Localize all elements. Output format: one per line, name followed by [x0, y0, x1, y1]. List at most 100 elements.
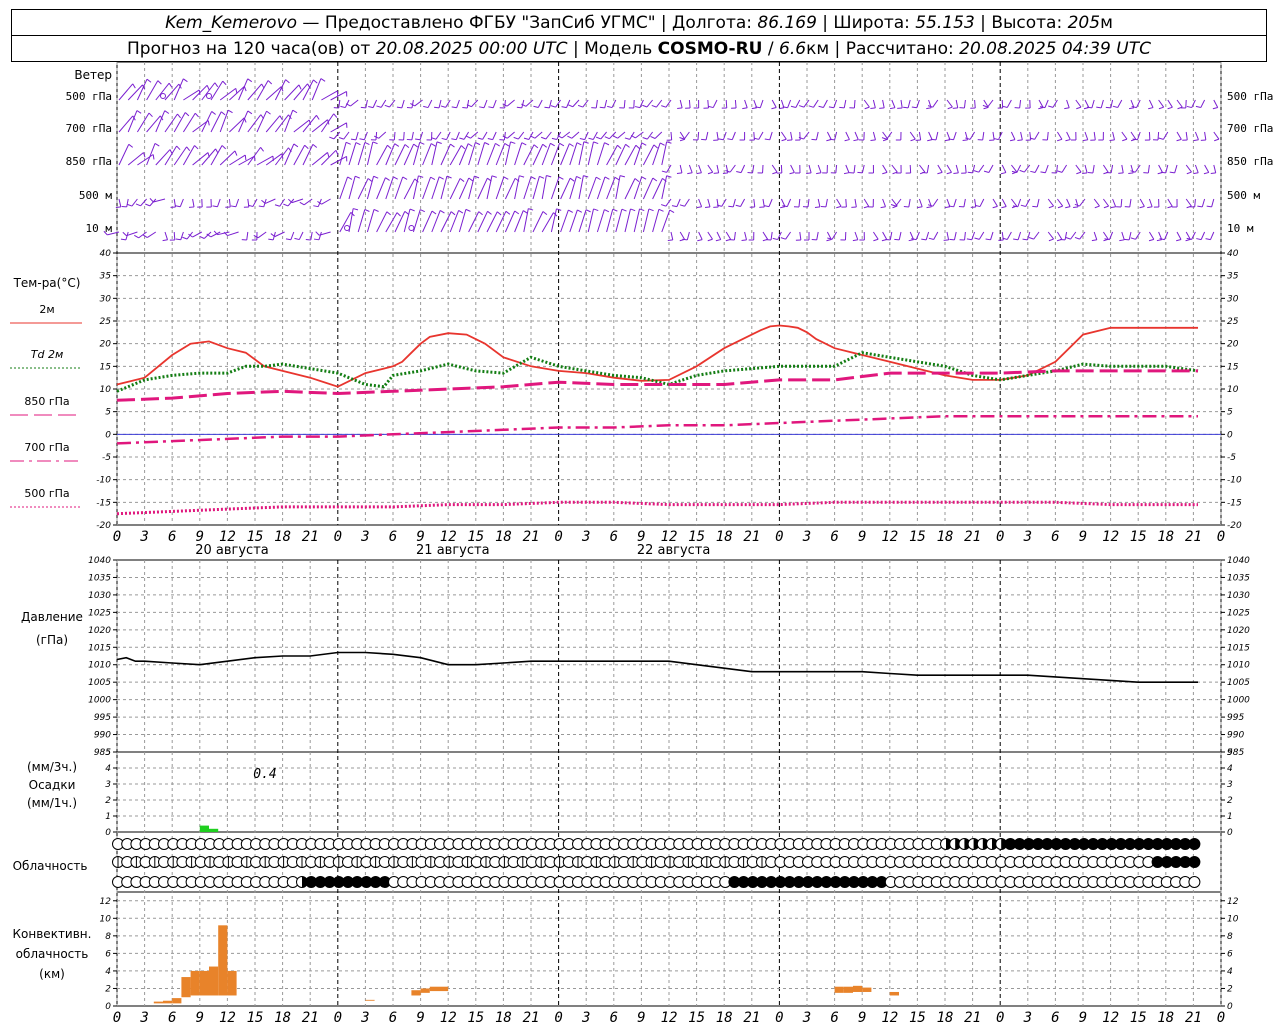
wind-barb-shaft [926, 164, 930, 174]
wind-barb-feather [1124, 238, 1130, 241]
wind-barb-feather [387, 144, 392, 149]
wind-barb-shaft [376, 211, 388, 233]
x-tick-label: 18 [495, 1010, 512, 1024]
x-tick-label: 9 [1079, 529, 1087, 545]
wind-barb-shaft [705, 131, 709, 141]
wind-barb-shaft [422, 176, 432, 200]
x-tick-label: 0 [334, 529, 342, 545]
wind-barb-feather [504, 143, 510, 147]
wind-barb-shaft [698, 164, 702, 173]
wind-barb-shaft [1006, 99, 1012, 108]
y-tick-label: 8 [105, 932, 111, 942]
wind-barb-feather [1186, 171, 1192, 175]
wind-barb-feather [439, 209, 445, 214]
wind-barb-feather [373, 175, 379, 179]
wind-barb-shaft [799, 231, 802, 241]
wind-barb-feather [816, 172, 822, 175]
wind-barb-feather [385, 177, 390, 181]
wind-barb-shaft [845, 131, 850, 140]
wind-barb-shaft [771, 99, 777, 108]
wind-barb-feather [696, 172, 702, 175]
y-tick-label: 2 [1227, 984, 1233, 994]
wind-barb-feather [540, 136, 547, 140]
wind-barb-feather [431, 210, 437, 215]
y-tick-label: 4 [105, 764, 111, 774]
x-tick-label: 3 [1023, 1010, 1032, 1024]
wind-barb-feather [781, 138, 787, 142]
wind-barb-feather [808, 105, 814, 108]
y-tick-label: 5 [1227, 408, 1233, 418]
wind-barb-feather [634, 106, 641, 109]
wind-barb-shaft [1044, 99, 1049, 108]
wind-barb-shaft [872, 131, 876, 140]
wind-barb-shaft [1029, 131, 1032, 141]
wind-barb-shaft [1185, 131, 1188, 141]
wind-barb-shaft [477, 177, 488, 200]
wind-barb-feather [814, 206, 820, 208]
wind-barb-shaft [403, 178, 416, 200]
temp-legend-label: 850 гПа [24, 395, 69, 408]
wind-barb-shaft [179, 198, 184, 207]
wind-barb-shaft [1148, 198, 1153, 207]
wind-barb-feather [175, 238, 181, 241]
wind-barb-feather [1040, 171, 1046, 174]
conv-bar [411, 990, 421, 996]
wind-barb-feather [612, 135, 618, 139]
wind-barb-shaft [656, 99, 663, 108]
wind-barb-shaft [532, 211, 544, 233]
wind-barb-shaft [946, 164, 952, 173]
pressure-title: Давление [21, 610, 83, 624]
wind-barb-feather [764, 138, 770, 141]
wind-barb-feather [530, 176, 536, 180]
wind-barb-feather [359, 138, 365, 141]
wind-barb-shaft [229, 86, 245, 101]
wind-barb-shaft [676, 198, 681, 207]
wind-barb-feather [519, 175, 525, 178]
wind-barb-shaft [302, 144, 314, 166]
wind-barb-shaft [646, 131, 654, 140]
wind-barb-shaft [606, 144, 618, 166]
x-tick-label: 18 [495, 529, 512, 545]
wind-barb-shaft [895, 198, 902, 207]
x-tick-label: 3 [802, 1010, 811, 1024]
x-tick-label: 18 [716, 529, 733, 545]
wind-barb-feather [1022, 238, 1028, 241]
x-tick-label: 12 [1102, 1010, 1119, 1024]
wind-barb-shaft [422, 210, 433, 233]
wind-barb-shaft [1010, 131, 1016, 140]
wind-barb-feather [658, 208, 664, 212]
wind-barb-feather [599, 106, 605, 109]
wind-barb-shaft [560, 209, 569, 233]
wind-barb-feather [376, 105, 382, 108]
x-tick-label: 12 [881, 529, 898, 545]
wind-barb-shaft [483, 99, 488, 108]
wind-barb-shaft [275, 114, 289, 133]
wind-barb-feather [576, 175, 582, 179]
wind-barb-feather [514, 210, 520, 215]
wind-barb-feather [368, 106, 374, 109]
wind-barb-shaft [843, 99, 847, 109]
wind-barb-feather [661, 105, 667, 108]
wind-barb-feather [1019, 169, 1025, 173]
wind-barb-feather [446, 175, 452, 179]
y-tick-label: 990 [1227, 731, 1244, 741]
date-label: 20 августа [195, 543, 269, 558]
wind-barb-shaft [1056, 131, 1063, 140]
wind-barb-feather [946, 171, 952, 175]
wind-barb-feather [661, 170, 667, 173]
wind-barb-feather [551, 137, 557, 141]
wind-barb-shaft [440, 143, 451, 166]
wind-barb-feather [659, 142, 665, 146]
wind-barb-shaft [762, 231, 769, 240]
wind-barb-shaft [504, 210, 516, 233]
wind-barb-shaft [1194, 164, 1199, 173]
y-tick-label: 10 [100, 385, 112, 395]
wind-barb-shaft [311, 78, 322, 101]
wind-barb-feather [870, 139, 876, 142]
wind-barb-feather [186, 146, 191, 152]
wind-barb-feather [1214, 138, 1220, 142]
wind-barb-shaft [990, 231, 994, 240]
x-tick-label: 9 [858, 1010, 866, 1024]
y-tick-label: -15 [1227, 498, 1242, 508]
wind-barb-shaft [759, 99, 764, 108]
